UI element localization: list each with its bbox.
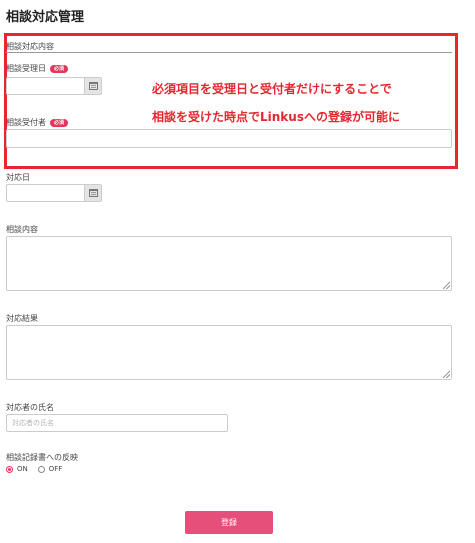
required-fields-highlight — [4, 33, 458, 169]
resize-handle-icon[interactable] — [443, 371, 450, 378]
calendar-icon — [88, 189, 98, 197]
response-result-label: 対応結果 — [6, 314, 38, 323]
section-label: 相談対応内容 — [6, 42, 54, 51]
radio-on-label: ON — [17, 465, 28, 473]
radio-option-on[interactable]: ON — [6, 465, 28, 473]
received-date-picker-button[interactable] — [84, 78, 101, 94]
annotation-line-1: 必須項目を受理日と受付者だけにすることで — [152, 82, 392, 96]
radio-off-label: OFF — [48, 465, 63, 473]
response-date-label: 対応日 — [6, 173, 30, 182]
radio-off-control[interactable] — [37, 465, 45, 473]
responder-name-input[interactable]: 対応者の氏名 — [6, 414, 228, 432]
page-title: 相談対応管理 — [6, 10, 85, 25]
receiver-input[interactable] — [6, 129, 452, 148]
resize-handle-icon[interactable] — [443, 282, 450, 289]
section-divider — [6, 52, 452, 53]
consult-content-label: 相談内容 — [6, 225, 38, 234]
required-badge: 必須 — [50, 64, 69, 73]
responder-name-placeholder: 対応者の氏名 — [12, 419, 54, 427]
reflect-record-radio-group: ON OFF — [6, 465, 72, 473]
received-date-label: 相談受理日 必須 — [6, 63, 69, 74]
received-date-label-text: 相談受理日 — [6, 64, 46, 73]
consult-content-textarea[interactable] — [6, 236, 452, 291]
receiver-label: 相談受付者 必須 — [6, 117, 69, 128]
calendar-icon — [88, 82, 98, 90]
reflect-record-label: 相談記録書への反映 — [6, 453, 78, 462]
radio-option-off[interactable]: OFF — [37, 465, 63, 473]
responder-name-label: 対応者の氏名 — [6, 403, 54, 412]
response-result-textarea[interactable] — [6, 325, 452, 380]
register-button[interactable]: 登録 — [185, 511, 273, 534]
radio-on-control[interactable] — [6, 465, 13, 473]
response-date-input[interactable] — [6, 184, 102, 202]
annotation-line-2: 相談を受けた時点でLinkusへの登録が可能に — [152, 110, 400, 124]
required-badge: 必須 — [50, 118, 69, 127]
response-date-picker-button[interactable] — [84, 185, 101, 201]
receiver-label-text: 相談受付者 — [6, 118, 46, 127]
received-date-input[interactable] — [6, 77, 102, 95]
